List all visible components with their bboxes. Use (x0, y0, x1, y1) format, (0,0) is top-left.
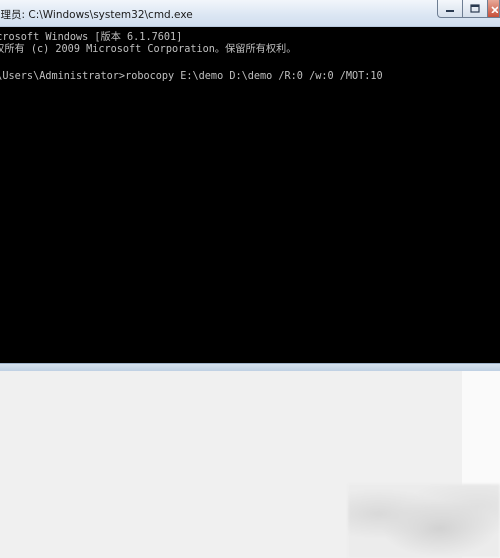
window-title: 管理员: C:\Windows\system32\cmd.exe (0, 9, 193, 21)
minimize-icon (445, 5, 455, 13)
window-controls (437, 0, 500, 19)
blurred-watermark (348, 484, 500, 558)
console-line-command: C:\Users\Administrator>robocopy E:\demo … (0, 71, 383, 82)
close-button[interactable] (488, 0, 500, 18)
maximize-button[interactable] (463, 0, 488, 18)
close-icon (490, 5, 498, 13)
screen: 管理员: C:\Windows\system32\cmd.exe Microso… (0, 0, 500, 558)
console-output[interactable]: Microsoft Windows [版本 6.1.7601] 版权所有 (c)… (0, 27, 500, 363)
window-bottom-border (0, 363, 500, 371)
window-title-bar[interactable]: 管理员: C:\Windows\system32\cmd.exe (0, 0, 500, 27)
maximize-icon (470, 4, 480, 13)
minimize-button[interactable] (437, 0, 463, 18)
console-line-copyright: 版权所有 (c) 2009 Microsoft Corporation。保留所有… (0, 44, 297, 55)
